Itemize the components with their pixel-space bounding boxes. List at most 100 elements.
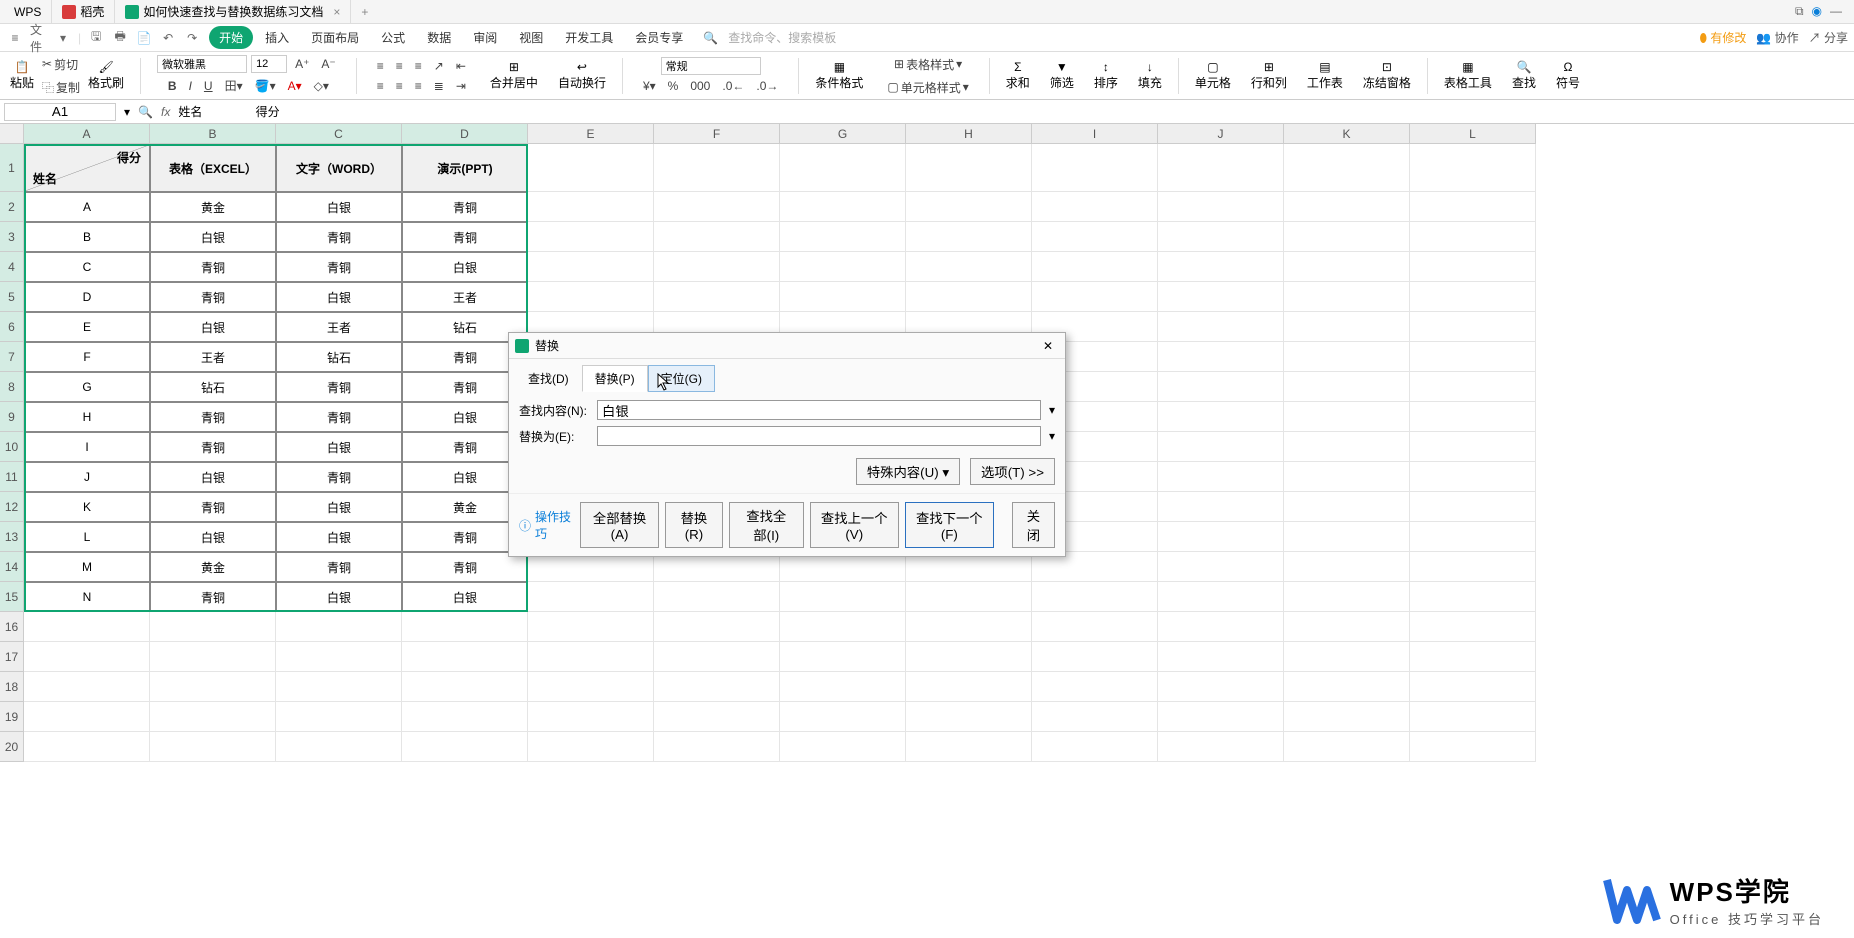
cell-G17[interactable]	[780, 642, 906, 672]
cell-B17[interactable]	[150, 642, 276, 672]
align-center-icon[interactable]: ≡	[392, 77, 407, 95]
cell-L20[interactable]	[1410, 732, 1536, 762]
cell-B18[interactable]	[150, 672, 276, 702]
cell-C19[interactable]	[276, 702, 402, 732]
cell-L17[interactable]	[1410, 642, 1536, 672]
cell-C8[interactable]: 青铜	[276, 372, 402, 402]
print-icon[interactable]: 🖶	[111, 29, 129, 47]
find-all-button[interactable]: 查找全部(I)	[729, 502, 804, 548]
cell-B11[interactable]: 白银	[150, 462, 276, 492]
find-input[interactable]	[597, 400, 1041, 420]
cell-F4[interactable]	[654, 252, 780, 282]
cell-G18[interactable]	[780, 672, 906, 702]
fill-button[interactable]: 填充	[1138, 74, 1162, 91]
cell-E16[interactable]	[528, 612, 654, 642]
cell-K7[interactable]	[1284, 342, 1410, 372]
cell-J11[interactable]	[1158, 462, 1284, 492]
cell-G4[interactable]	[780, 252, 906, 282]
cell-E3[interactable]	[528, 222, 654, 252]
cell-B7[interactable]: 王者	[150, 342, 276, 372]
row-header-8[interactable]: 8	[0, 372, 24, 402]
border-button[interactable]: 田▾	[221, 75, 247, 96]
cell-F15[interactable]	[654, 582, 780, 612]
cell-D17[interactable]	[402, 642, 528, 672]
cell-J9[interactable]	[1158, 402, 1284, 432]
align-right-icon[interactable]: ≡	[411, 77, 426, 95]
column-header-D[interactable]: D	[402, 124, 528, 144]
cell-H18[interactable]	[906, 672, 1032, 702]
font-size-select[interactable]	[251, 55, 287, 73]
sync-icon[interactable]: ◉	[1812, 4, 1822, 19]
cell-F17[interactable]	[654, 642, 780, 672]
column-header-F[interactable]: F	[654, 124, 780, 144]
merge-icon[interactable]: ⊞	[509, 60, 519, 74]
cell-B4[interactable]: 青铜	[150, 252, 276, 282]
cell-D4[interactable]: 白银	[402, 252, 528, 282]
formula-content[interactable]: 姓名 得分	[178, 103, 279, 120]
row-header-10[interactable]: 10	[0, 432, 24, 462]
cell-I15[interactable]	[1032, 582, 1158, 612]
cell-L2[interactable]	[1410, 192, 1536, 222]
dropdown-icon[interactable]: ▾	[54, 29, 72, 47]
cell-J13[interactable]	[1158, 522, 1284, 552]
number-format-select[interactable]	[661, 57, 761, 75]
cell-K16[interactable]	[1284, 612, 1410, 642]
cell-K1[interactable]	[1284, 144, 1410, 192]
cell-J8[interactable]	[1158, 372, 1284, 402]
replace-input[interactable]	[597, 426, 1041, 446]
cell-style-button[interactable]: ▢ 单元格样式▾	[883, 77, 972, 98]
cell-I17[interactable]	[1032, 642, 1158, 672]
cell-G1[interactable]	[780, 144, 906, 192]
cell-L18[interactable]	[1410, 672, 1536, 702]
cell-C4[interactable]: 青铜	[276, 252, 402, 282]
rowcol-button[interactable]: 行和列	[1251, 74, 1287, 91]
cell-B2[interactable]: 黄金	[150, 192, 276, 222]
cell-L5[interactable]	[1410, 282, 1536, 312]
row-header-1[interactable]: 1	[0, 144, 24, 192]
format-painter-button[interactable]: 格式刷	[88, 74, 124, 91]
cell-K17[interactable]	[1284, 642, 1410, 672]
cell-A6[interactable]: E	[24, 312, 150, 342]
tab-view[interactable]: 视图	[509, 26, 553, 49]
tab-formula[interactable]: 公式	[371, 26, 415, 49]
replace-all-button[interactable]: 全部替换(A)	[580, 502, 659, 548]
cell-F16[interactable]	[654, 612, 780, 642]
bold-button[interactable]: B	[164, 77, 181, 95]
cell-K2[interactable]	[1284, 192, 1410, 222]
cell-B20[interactable]	[150, 732, 276, 762]
cell-E18[interactable]	[528, 672, 654, 702]
row-header-5[interactable]: 5	[0, 282, 24, 312]
cell-B14[interactable]: 黄金	[150, 552, 276, 582]
decrease-font-icon[interactable]: A⁻	[317, 55, 339, 73]
cell-L16[interactable]	[1410, 612, 1536, 642]
tab-dev[interactable]: 开发工具	[555, 26, 623, 49]
cell-L12[interactable]	[1410, 492, 1536, 522]
cell-F5[interactable]	[654, 282, 780, 312]
cell-H19[interactable]	[906, 702, 1032, 732]
cell-B3[interactable]: 白银	[150, 222, 276, 252]
cell-B19[interactable]	[150, 702, 276, 732]
special-content-button[interactable]: 特殊内容(U) ▾	[856, 458, 960, 485]
menu-icon[interactable]: ≡	[6, 29, 24, 47]
filter-button[interactable]: 筛选	[1050, 74, 1074, 91]
column-header-C[interactable]: C	[276, 124, 402, 144]
row-header-6[interactable]: 6	[0, 312, 24, 342]
save-icon[interactable]: 🖫	[87, 29, 105, 47]
cell-L3[interactable]	[1410, 222, 1536, 252]
cell-K6[interactable]	[1284, 312, 1410, 342]
wrap-button[interactable]: 自动换行	[558, 74, 606, 91]
collab-button[interactable]: 👥 协作	[1756, 29, 1798, 46]
cell-H5[interactable]	[906, 282, 1032, 312]
preview-icon[interactable]: 📄	[135, 29, 153, 47]
cell-G5[interactable]	[780, 282, 906, 312]
cell-A10[interactable]: I	[24, 432, 150, 462]
cell-I1[interactable]	[1032, 144, 1158, 192]
cell-L13[interactable]	[1410, 522, 1536, 552]
close-icon[interactable]: ×	[333, 5, 340, 19]
cell-D18[interactable]	[402, 672, 528, 702]
currency-icon[interactable]: ¥▾	[639, 77, 660, 95]
cell-A8[interactable]: G	[24, 372, 150, 402]
worksheet-icon[interactable]: ▤	[1319, 60, 1330, 74]
column-header-A[interactable]: A	[24, 124, 150, 144]
cell-J1[interactable]	[1158, 144, 1284, 192]
